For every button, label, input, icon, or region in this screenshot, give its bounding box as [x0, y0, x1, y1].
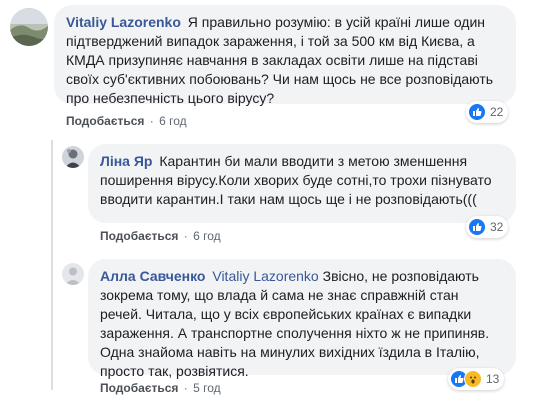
comment-author[interactable]: Алла Савченко [100, 268, 205, 284]
comment-actions: Подобається · 6 год [100, 228, 221, 244]
avatar[interactable] [62, 263, 84, 285]
separator-dot: · [183, 381, 188, 395]
comment-timestamp[interactable]: 6 год [159, 114, 187, 128]
comment-author[interactable]: Ліна Яр [100, 153, 152, 169]
reactions-badge[interactable]: 22 [466, 101, 509, 123]
reaction-count: 32 [490, 220, 504, 234]
like-link[interactable]: Подобається [100, 229, 178, 243]
reaction-count: 22 [490, 105, 504, 119]
comment-bubble: Vitaliy Lazorenko Я правильно розумію: в… [54, 5, 516, 106]
like-link[interactable]: Подобається [100, 381, 178, 395]
comment-timestamp[interactable]: 5 год [193, 381, 221, 395]
comment-bubble: Алла Савченко Vitaliy Lazorenko Звісно, … [88, 259, 516, 379]
reply-thread-line [51, 140, 53, 390]
comment-bubble: Ліна Яр Карантин би мали вводити з метою… [88, 144, 516, 223]
wow-reaction-icon [464, 370, 482, 388]
avatar-photo-icon [10, 8, 48, 46]
reactions-badge[interactable]: 13 [448, 368, 505, 390]
like-reaction-icon [468, 218, 486, 236]
comment-text: Карантин би мали вводити з метою зменшен… [100, 153, 492, 207]
comment-author[interactable]: Vitaliy Lazorenko [66, 14, 181, 30]
reactions-badge[interactable]: 32 [466, 216, 509, 238]
avatar[interactable] [62, 146, 84, 168]
like-reaction-icon [468, 103, 486, 121]
like-link[interactable]: Подобається [66, 114, 144, 128]
avatar-photo-icon [62, 146, 84, 168]
comment-timestamp[interactable]: 6 год [193, 229, 221, 243]
comment-text: Звісно, не розповідають зокрема тому, що… [100, 268, 490, 379]
default-user-icon [62, 263, 84, 285]
comment-actions: Подобається · 6 год [66, 113, 187, 129]
separator-dot: · [183, 229, 188, 243]
mention-link[interactable]: Vitaliy Lazorenko [212, 268, 318, 284]
separator-dot: · [149, 114, 154, 128]
reaction-count: 13 [486, 372, 500, 386]
avatar[interactable] [10, 8, 48, 46]
comment-actions: Подобається · 5 год [100, 380, 221, 396]
